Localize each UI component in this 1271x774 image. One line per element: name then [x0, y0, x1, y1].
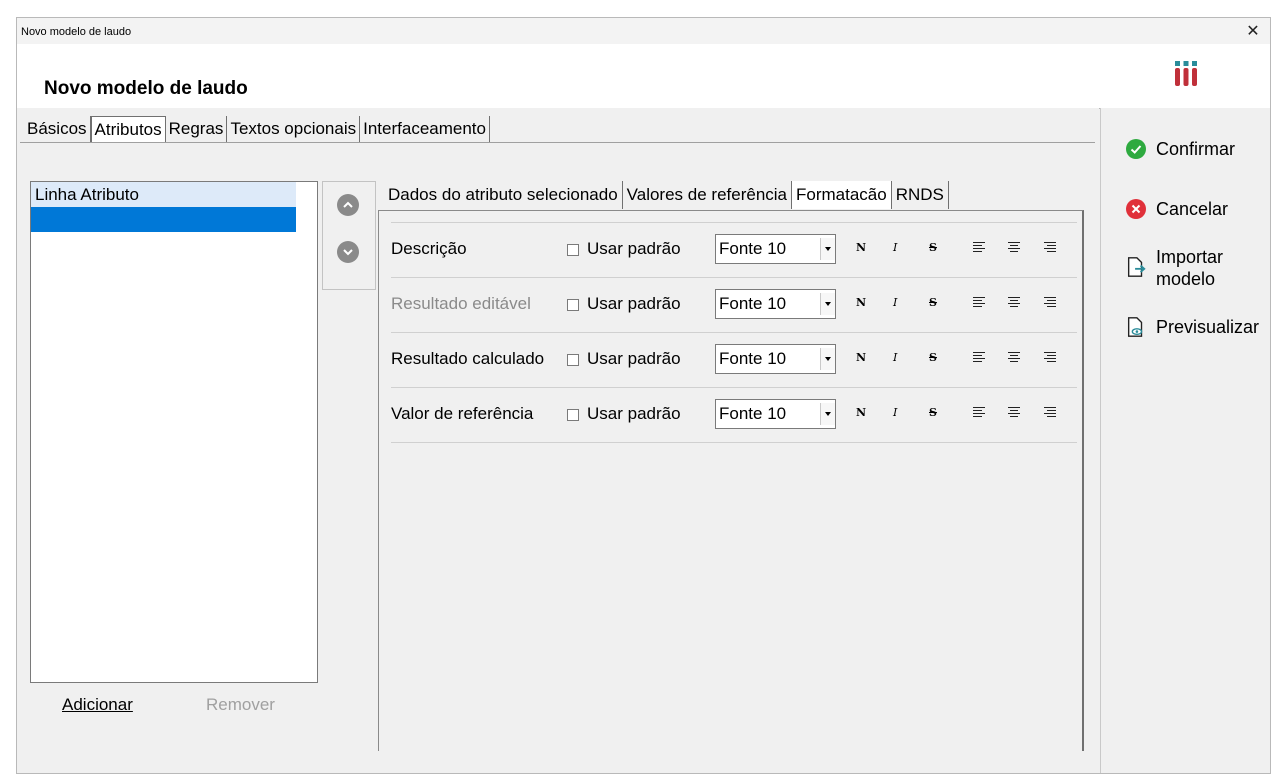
bold-icon[interactable]: N: [856, 241, 866, 254]
strikethrough-icon[interactable]: S: [929, 296, 937, 309]
add-button[interactable]: Adicionar: [62, 695, 133, 715]
row-label: Resultado editável: [391, 294, 531, 313]
remove-button[interactable]: Remover: [206, 695, 275, 715]
use-default-checkbox[interactable]: [567, 244, 579, 256]
format-row-valor-referencia: Valor de referência Usar padrão Fonte 10…: [391, 387, 1077, 443]
tab-regras[interactable]: Regras: [166, 116, 228, 142]
italic-icon[interactable]: I: [893, 406, 897, 419]
use-default-label: Usar padrão: [587, 404, 681, 423]
actions-sidebar: Confirmar Cancelar Importar modelo Previ…: [1100, 108, 1270, 773]
page-title: Novo modelo de laudo: [44, 78, 248, 99]
status-bar: [17, 751, 1100, 773]
bold-icon[interactable]: N: [856, 296, 866, 309]
use-default-label: Usar padrão: [587, 239, 681, 258]
strikethrough-icon[interactable]: S: [929, 406, 937, 419]
align-right-icon[interactable]: [1044, 297, 1056, 309]
align-right-icon[interactable]: [1044, 352, 1056, 364]
strikethrough-icon[interactable]: S: [929, 351, 937, 364]
tab-formatacao[interactable]: Formatacão: [792, 181, 892, 209]
use-default-checkbox[interactable]: [567, 299, 579, 311]
align-right-icon[interactable]: [1044, 242, 1056, 254]
align-center-icon[interactable]: [1008, 407, 1020, 419]
check-circle-icon: [1126, 139, 1146, 159]
align-center-icon[interactable]: [1008, 242, 1020, 254]
formatacao-panel: Descrição Usar padrão Fonte 10 N I S Res…: [378, 210, 1084, 773]
import-file-icon: [1127, 257, 1146, 277]
use-default-checkbox[interactable]: [567, 354, 579, 366]
font-select[interactable]: Fonte 10: [715, 344, 836, 374]
move-down-icon[interactable]: [337, 241, 359, 263]
dropdown-arrow-icon[interactable]: [820, 293, 835, 315]
import-label: Importar modelo: [1156, 247, 1224, 289]
title-bar: Novo modelo de laudo ✕: [17, 18, 1270, 44]
align-left-icon[interactable]: [973, 297, 985, 309]
content-panel: Básicos Atributos Regras Textos opcionai…: [17, 108, 1099, 773]
preview-file-icon: [1127, 317, 1143, 337]
use-default-label: Usar padrão: [587, 349, 681, 368]
align-left-icon[interactable]: [973, 242, 985, 254]
row-label: Valor de referência: [391, 404, 534, 423]
tab-interfaceamento[interactable]: Interfaceamento: [360, 116, 490, 142]
main-tabs: Básicos Atributos Regras Textos opcionai…: [24, 116, 490, 143]
test-tubes-icon: [1175, 61, 1197, 86]
confirm-button[interactable]: Confirmar: [1125, 138, 1235, 160]
list-item-selected[interactable]: [31, 207, 296, 232]
list-item[interactable]: Linha Atributo: [31, 182, 296, 207]
dialog-window: Novo modelo de laudo ✕ Novo modelo de la…: [16, 17, 1271, 774]
dropdown-arrow-icon[interactable]: [820, 238, 835, 260]
cancel-circle-icon: [1126, 199, 1146, 219]
window-title: Novo modelo de laudo: [21, 26, 132, 38]
confirm-label: Confirmar: [1156, 139, 1236, 159]
format-row-resultado-calculado: Resultado calculado Usar padrão Fonte 10…: [391, 332, 1077, 387]
tab-atributos[interactable]: Atributos: [90, 116, 166, 143]
dropdown-arrow-icon[interactable]: [820, 348, 835, 370]
cancel-label: Cancelar: [1156, 199, 1229, 219]
align-center-icon[interactable]: [1008, 352, 1020, 364]
atributos-tab-body: Linha Atributo Adicionar Remover Dados d…: [20, 142, 1095, 773]
row-label: Descrição: [391, 239, 467, 258]
tab-textos-opcionais[interactable]: Textos opcionais: [227, 116, 361, 142]
tab-rnds[interactable]: RNDS: [892, 181, 949, 209]
preview-label: Previsualizar: [1156, 317, 1260, 337]
font-value: Fonte 10: [719, 239, 787, 258]
font-select[interactable]: Fonte 10: [715, 234, 836, 264]
reorder-controls: [322, 181, 376, 290]
align-left-icon[interactable]: [973, 407, 985, 419]
format-row-descricao: Descrição Usar padrão Fonte 10 N I S: [391, 222, 1077, 277]
italic-icon[interactable]: I: [893, 351, 897, 364]
preview-button[interactable]: Previsualizar: [1125, 316, 1259, 338]
font-select[interactable]: Fonte 10: [715, 399, 836, 429]
cancel-button[interactable]: Cancelar: [1125, 198, 1228, 220]
align-right-icon[interactable]: [1044, 407, 1056, 419]
strikethrough-icon[interactable]: S: [929, 241, 937, 254]
close-icon[interactable]: ✕: [1242, 21, 1264, 43]
font-value: Fonte 10: [719, 349, 787, 368]
format-rows: Descrição Usar padrão Fonte 10 N I S Res…: [391, 222, 1077, 443]
font-value: Fonte 10: [719, 404, 787, 423]
tab-valores-referencia[interactable]: Valores de referência: [623, 181, 793, 209]
align-center-icon[interactable]: [1008, 297, 1020, 309]
attributes-list[interactable]: Linha Atributo: [30, 181, 318, 683]
font-select[interactable]: Fonte 10: [715, 289, 836, 319]
italic-icon[interactable]: I: [893, 296, 897, 309]
dropdown-arrow-icon[interactable]: [820, 403, 835, 425]
tab-basicos[interactable]: Básicos: [24, 116, 91, 142]
dialog-header: Novo modelo de laudo: [17, 44, 1270, 109]
use-default-checkbox[interactable]: [567, 409, 579, 421]
tab-dados-atributo[interactable]: Dados do atributo selecionado: [384, 181, 623, 209]
row-label: Resultado calculado: [391, 349, 545, 368]
move-up-icon[interactable]: [337, 194, 359, 216]
import-model-button[interactable]: Importar modelo: [1125, 246, 1246, 290]
bold-icon[interactable]: N: [856, 351, 866, 364]
align-left-icon[interactable]: [973, 352, 985, 364]
bold-icon[interactable]: N: [856, 406, 866, 419]
italic-icon[interactable]: I: [893, 241, 897, 254]
attribute-tabs: Dados do atributo selecionado Valores de…: [384, 181, 949, 209]
use-default-label: Usar padrão: [587, 294, 681, 313]
format-row-resultado-editavel: Resultado editável Usar padrão Fonte 10 …: [391, 277, 1077, 332]
font-value: Fonte 10: [719, 294, 787, 313]
